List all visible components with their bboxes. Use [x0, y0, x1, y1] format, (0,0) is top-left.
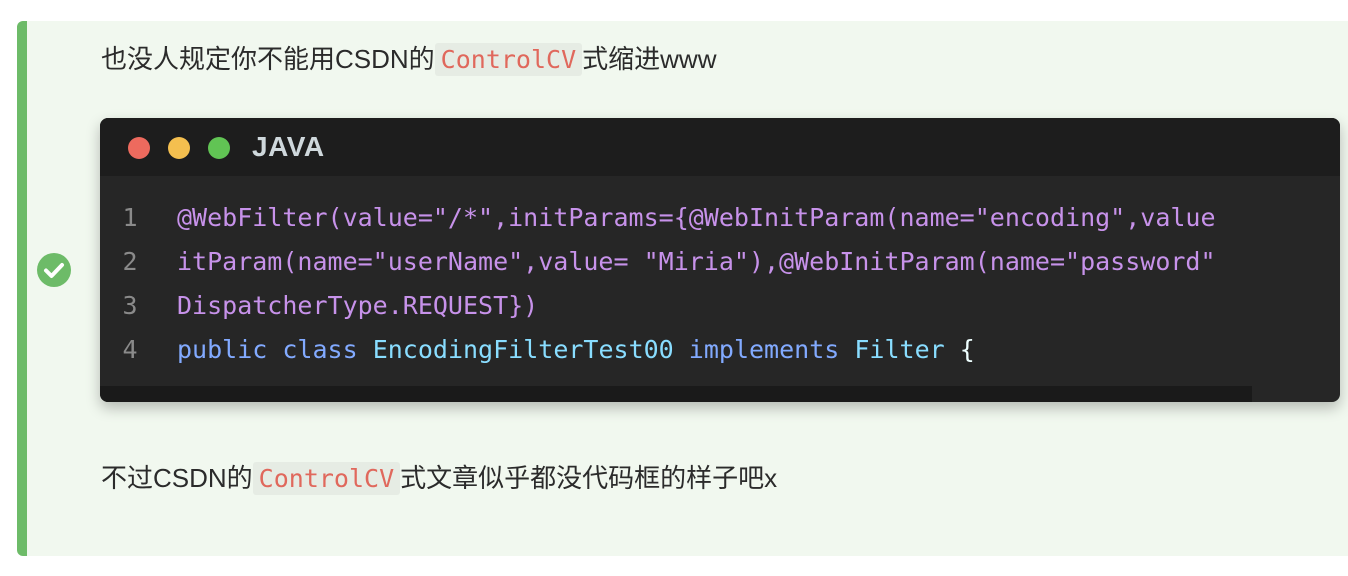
check-circle-icon [37, 253, 71, 287]
line-content: itParam(name="userName",value= "Miria"),… [177, 247, 1216, 276]
line-content: public class EncodingFilterTest00 implem… [177, 328, 975, 372]
horizontal-scrollbar[interactable] [100, 386, 1252, 402]
line-number: 3 [122, 291, 138, 320]
interface-name: Filter [854, 335, 945, 364]
line-number: 2 [122, 247, 138, 276]
window-minimize-dot [168, 137, 190, 159]
line-content: DispatcherType.REQUEST}) [177, 291, 539, 320]
window-close-dot [128, 137, 150, 159]
outro-text-before: 不过CSDN的 [101, 463, 253, 493]
code-line: 2 itParam(name="userName",value= "Miria"… [100, 240, 1340, 284]
line-number: 1 [122, 203, 138, 232]
line-number: 4 [122, 335, 138, 364]
code-line: 4 public class EncodingFilterTest00 impl… [100, 328, 1340, 372]
keyword-class: class [282, 335, 358, 364]
code-block: JAVA 1 @WebFilter(value="/*",initParams=… [100, 118, 1340, 402]
intro-text-before: 也没人规定你不能用CSDN的 [101, 44, 435, 74]
open-brace: { [959, 335, 975, 364]
inline-code: ControlCV [434, 43, 583, 76]
outro-paragraph: 不过CSDN的 ControlCV 式文章似乎都没代码框的样子吧x [101, 456, 777, 501]
line-content: @WebFilter(value="/*",initParams={@WebIn… [177, 203, 1216, 232]
intro-text-after: 式缩进www [582, 44, 717, 74]
outro-text-after: 式文章似乎都没代码框的样子吧x [400, 463, 778, 493]
inline-code: ControlCV [252, 462, 401, 495]
code-language-label: JAVA [252, 131, 325, 162]
keyword-public: public [177, 335, 268, 364]
code-body[interactable]: 1 @WebFilter(value="/*",initParams={@Web… [100, 196, 1340, 372]
intro-paragraph: 也没人规定你不能用CSDN的 ControlCV 式缩进www [101, 37, 716, 82]
window-maximize-dot [208, 137, 230, 159]
keyword-implements: implements [688, 335, 840, 364]
code-line: 1 @WebFilter(value="/*",initParams={@Web… [100, 196, 1340, 240]
class-name: EncodingFilterTest00 [372, 335, 674, 364]
code-header: JAVA [100, 118, 1340, 176]
code-line: 3 DispatcherType.REQUEST}) [100, 284, 1340, 328]
